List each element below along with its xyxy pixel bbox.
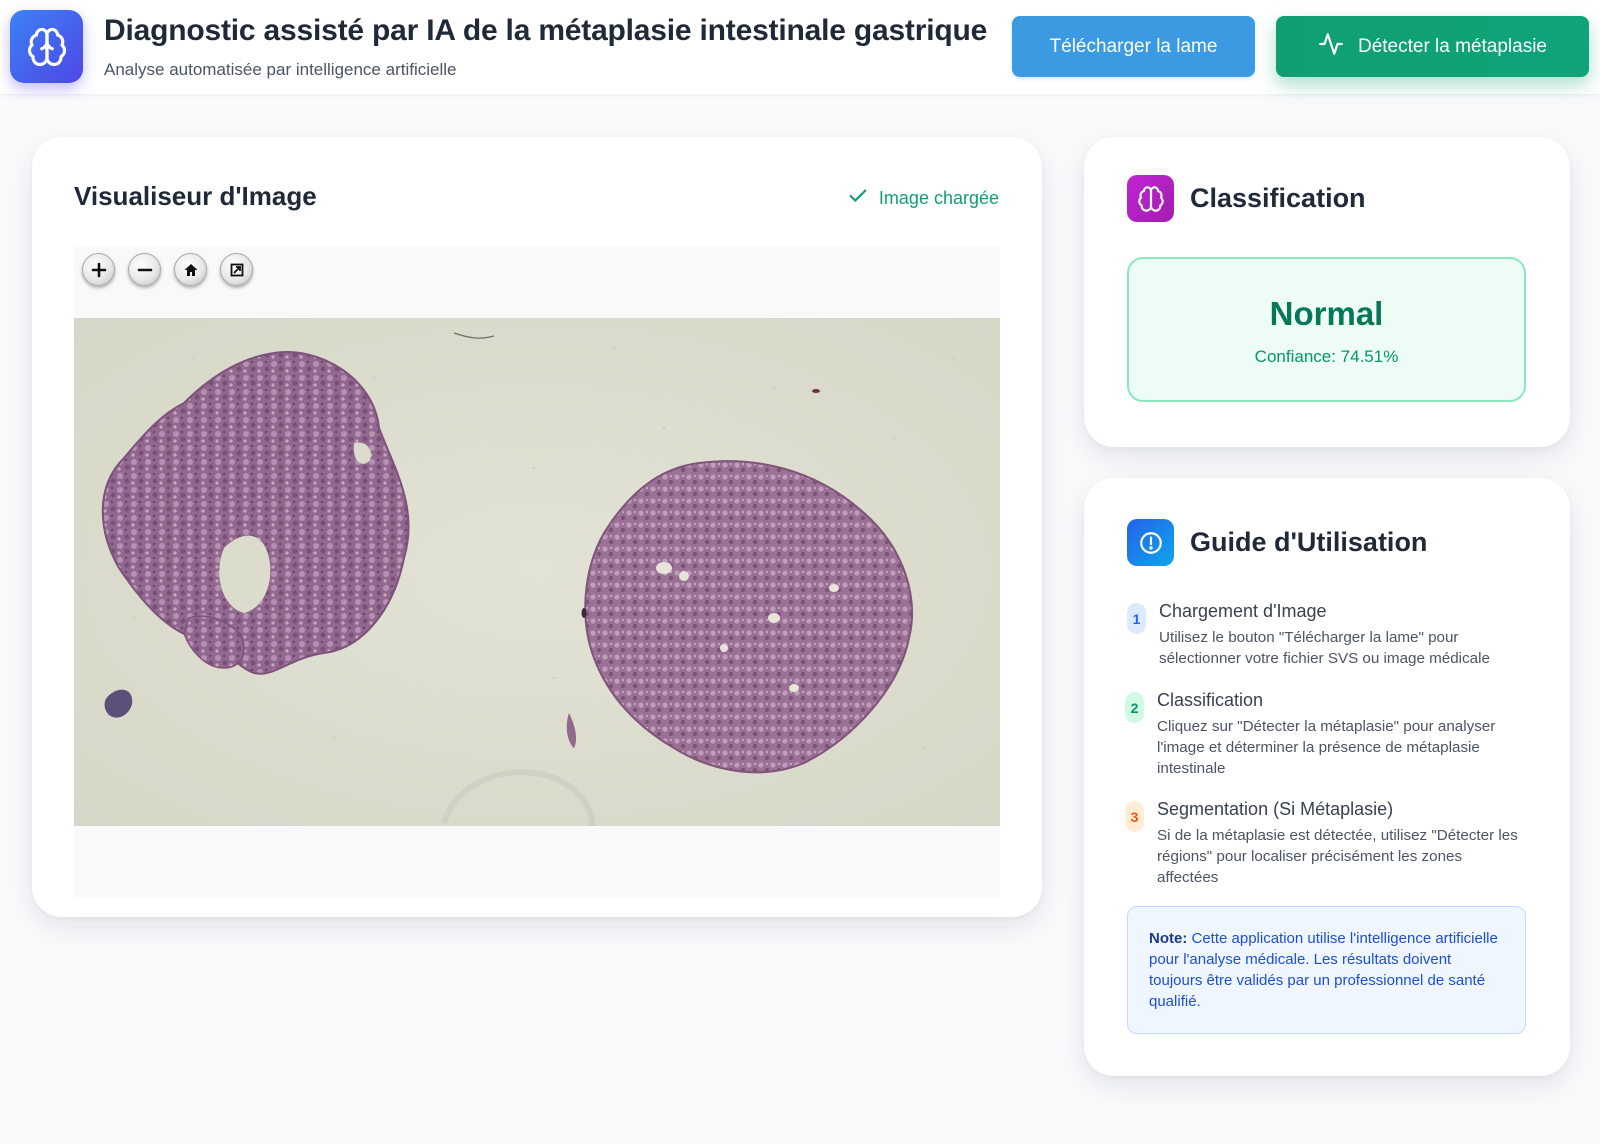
note-text: Cette application utilise l'intelligence… — [1149, 930, 1498, 1010]
note-label: Note: — [1149, 930, 1188, 947]
viewer-title: Visualiseur d'Image — [74, 181, 317, 211]
upload-slide-label: Télécharger la lame — [1049, 35, 1218, 57]
detect-metaplasia-button[interactable]: Détecter la métaplasie — [1276, 16, 1589, 77]
check-icon — [847, 185, 869, 212]
app-subtitle: Analyse automatisée par intelligence art… — [104, 60, 457, 79]
classification-card: Classification Normal Confiance: 74.51% — [1084, 137, 1570, 447]
step-description: Si de la métaplasie est détectée, utilis… — [1157, 827, 1518, 886]
info-icon — [1127, 519, 1174, 566]
fullscreen-icon[interactable] — [220, 253, 253, 286]
result-label: Normal — [1269, 295, 1384, 332]
step-description: Cliquez sur "Détecter la métaplasie" pou… — [1157, 718, 1496, 777]
step-title: Segmentation (Si Métaplasie) — [1157, 799, 1394, 819]
guide-card: Guide d'Utilisation 1 Chargement d'Image… — [1084, 478, 1570, 1076]
step-title: Chargement d'Image — [1159, 601, 1327, 621]
guide-step-3: 3 Segmentation (Si Métaplasie) Si de la … — [1125, 799, 1525, 888]
step-description: Utilisez le bouton "Télécharger la lame"… — [1159, 629, 1490, 667]
viewer-controls — [82, 253, 253, 286]
classification-header: Classification — [1127, 175, 1366, 222]
step-number: 1 — [1127, 603, 1146, 634]
step-number: 3 — [1125, 801, 1144, 832]
guide-title: Guide d'Utilisation — [1190, 527, 1428, 557]
home-icon[interactable] — [174, 253, 207, 286]
image-status: Image chargée — [847, 185, 999, 212]
detect-metaplasia-label: Détecter la métaplasie — [1357, 35, 1548, 57]
zoom-in-icon[interactable] — [82, 253, 115, 286]
guide-step-2: 2 Classification Cliquez sur "Détecter l… — [1125, 690, 1525, 779]
guide-header: Guide d'Utilisation — [1127, 519, 1427, 566]
app-title: Diagnostic assisté par IA de la métaplas… — [104, 14, 988, 47]
image-status-label: Image chargée — [878, 188, 999, 208]
classification-title: Classification — [1190, 183, 1366, 213]
activity-icon — [1318, 31, 1344, 63]
confidence-value: Confiance: 74.51% — [1254, 347, 1399, 366]
brain-icon — [1127, 175, 1174, 222]
step-number: 2 — [1125, 692, 1144, 723]
disclaimer-note: Note: Cette application utilise l'intell… — [1127, 906, 1526, 1034]
classification-result: Normal Confiance: 74.51% — [1127, 257, 1526, 402]
brain-icon — [10, 10, 83, 83]
upload-slide-button[interactable]: Télécharger la lame — [1012, 16, 1255, 77]
app-header: Diagnostic assisté par IA de la métaplas… — [0, 0, 1600, 95]
guide-step-1: 1 Chargement d'Image Utilisez le bouton … — [1127, 601, 1527, 669]
zoom-out-icon[interactable] — [128, 253, 161, 286]
slide-viewer[interactable] — [74, 247, 1000, 897]
step-title: Classification — [1157, 690, 1264, 710]
image-viewer-card: Visualiseur d'Image Image chargée — [32, 137, 1042, 917]
histology-slide-image — [74, 318, 1000, 827]
